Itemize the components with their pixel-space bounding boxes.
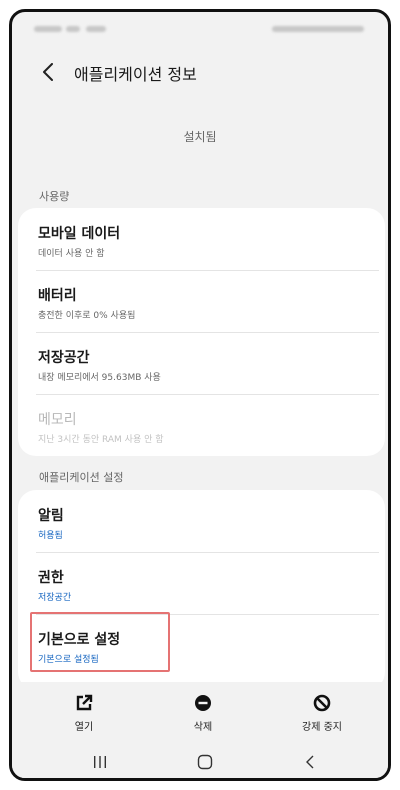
home-button[interactable]: [185, 748, 225, 776]
action-label: 강제 중지: [302, 722, 342, 733]
back-icon: [306, 755, 314, 769]
page-title: 애플리케이션 정보: [74, 65, 197, 84]
usage-item-storage[interactable]: 저장공간 내장 메모리에서 95.63MB 사용: [18, 332, 385, 394]
open-external-icon: [76, 694, 93, 711]
recent-apps-button[interactable]: [80, 748, 120, 776]
status-blurred-left-2: [66, 26, 80, 32]
settings-item-notifications[interactable]: 알림 허용됨: [18, 490, 385, 552]
recent-apps-icon: [94, 756, 106, 768]
settings-item-subtitle: 허용됨: [38, 531, 63, 541]
open-button[interactable]: 열기: [44, 692, 124, 733]
settings-item-title: 알림: [38, 508, 64, 524]
usage-item-title: 배터리: [38, 288, 77, 304]
settings-item-permissions[interactable]: 권한 저장공간: [18, 552, 385, 614]
settings-item-title: 권한: [38, 570, 64, 586]
force-stop-button[interactable]: 강제 중지: [282, 692, 362, 733]
phone-frame: 애플리케이션 정보 ˉ ˉˉ ˉˉˉˉ ˉˉˉ 설치됨 사용량 모바일 데이터 …: [9, 9, 391, 781]
usage-item-subtitle: 충전한 이후로 0% 사용됨: [38, 311, 136, 321]
status-blurred-right: [272, 26, 364, 32]
usage-item-title: 모바일 데이터: [38, 226, 121, 242]
app-name-partial: ˉ ˉˉ ˉˉˉˉ ˉˉˉ: [102, 86, 298, 100]
usage-item-mobile-data[interactable]: 모바일 데이터 데이터 사용 안 함: [18, 208, 385, 270]
status-blurred-left: [34, 26, 62, 32]
chevron-left-icon: [43, 63, 53, 81]
usage-item-title: 저장공간: [38, 350, 90, 366]
uninstall-button[interactable]: 삭제: [163, 692, 243, 733]
usage-item-memory: 메모리 지난 3시간 동안 RAM 사용 안 함: [18, 394, 385, 456]
status-bar: [12, 12, 388, 46]
block-icon: [313, 694, 331, 712]
section-label-app-settings: 애플리케이션 설정: [39, 471, 124, 484]
action-bar: 열기 삭제 강제 중지: [12, 682, 388, 740]
usage-item-battery[interactable]: 배터리 충전한 이후로 0% 사용됨: [18, 270, 385, 332]
usage-item-subtitle: 지난 3시간 동안 RAM 사용 안 함: [38, 435, 164, 445]
system-nav-bar: [12, 740, 388, 778]
usage-card: 모바일 데이터 데이터 사용 안 함 배터리 충전한 이후로 0% 사용됨 저장…: [18, 208, 385, 456]
usage-item-subtitle: 내장 메모리에서 95.63MB 사용: [38, 373, 161, 383]
back-nav-button[interactable]: [290, 748, 330, 776]
settings-item-subtitle: 저장공간: [38, 593, 72, 603]
install-status: 설치됨: [183, 130, 217, 144]
action-label: 삭제: [193, 722, 213, 733]
status-blurred-left-3: [86, 26, 106, 32]
delete-minus-icon: [195, 695, 211, 711]
usage-item-subtitle: 데이터 사용 안 함: [38, 249, 105, 259]
section-label-usage: 사용량: [39, 190, 70, 203]
home-icon: [197, 754, 213, 770]
usage-item-title: 메모리: [38, 412, 77, 428]
highlight-box: [30, 612, 170, 672]
back-button[interactable]: [34, 58, 62, 86]
action-label: 열기: [74, 722, 94, 733]
